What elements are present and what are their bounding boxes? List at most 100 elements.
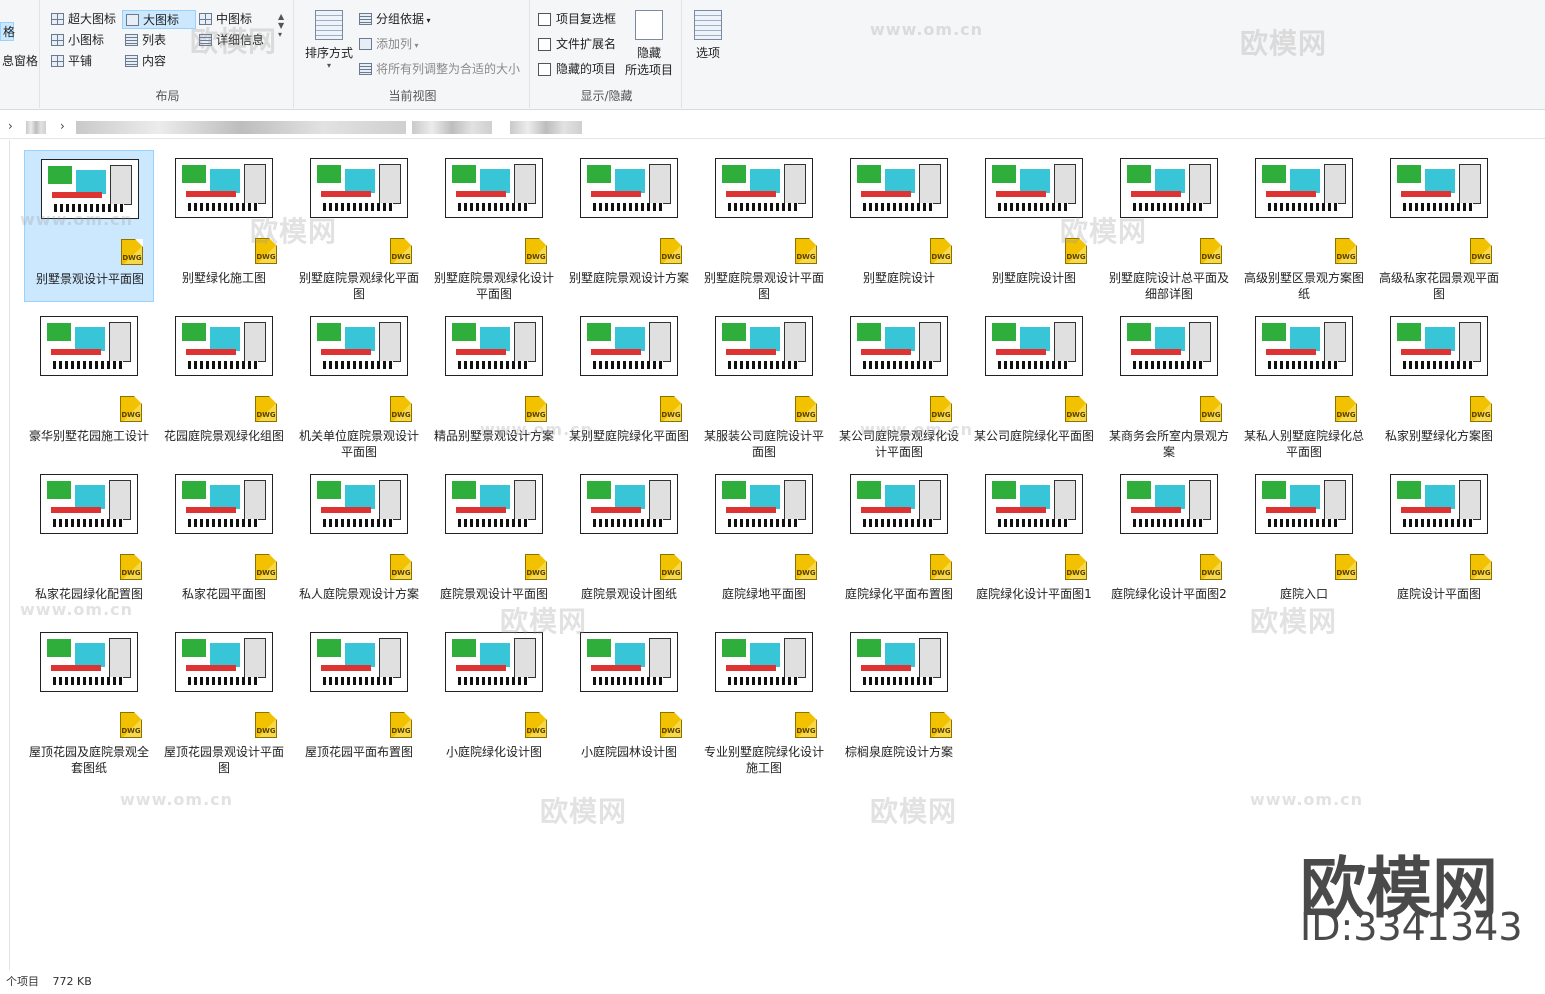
- dwg-file-icon: DWG: [1470, 396, 1492, 422]
- file-item[interactable]: DWG 别墅庭院设计: [834, 150, 964, 302]
- file-name: 庭院设计平面图: [1396, 587, 1481, 601]
- file-thumbnail: [715, 158, 813, 218]
- file-item[interactable]: DWG 高级别墅区景观方案图纸: [1239, 150, 1369, 302]
- file-item[interactable]: DWG 庭院入口: [1239, 466, 1369, 618]
- file-item[interactable]: DWG 豪华别墅花园施工设计: [24, 308, 154, 460]
- file-item[interactable]: DWG 别墅庭院景观绿化设计平面图: [429, 150, 559, 302]
- details-pane-button[interactable]: 息窗格: [0, 52, 38, 71]
- file-item[interactable]: DWG 屋顶花园景观设计平面图: [159, 624, 289, 776]
- dwg-file-icon: DWG: [660, 712, 682, 738]
- show-hide-group: 项目复选框 文件扩展名 隐藏的项目 隐藏 所选项目 显示/隐藏: [532, 0, 682, 108]
- dwg-file-icon: DWG: [1200, 554, 1222, 580]
- layout-scroll-icon[interactable]: ▲ ▼ ▾: [278, 12, 284, 39]
- view-small-icons[interactable]: 小图标: [48, 31, 118, 50]
- file-thumbnail: [40, 316, 138, 376]
- file-item[interactable]: DWG 小庭院绿化设计图: [429, 624, 559, 776]
- file-thumbnail: [580, 316, 678, 376]
- file-extensions-toggle[interactable]: 文件扩展名: [536, 35, 616, 54]
- view-list[interactable]: 列表: [122, 31, 192, 50]
- chevron-right-icon[interactable]: ›: [60, 119, 65, 133]
- address-bar[interactable]: › ›: [0, 115, 1545, 139]
- file-name: 私家花园平面图: [181, 587, 266, 601]
- dwg-file-icon: DWG: [120, 712, 142, 738]
- breadcrumb-redacted[interactable]: [26, 121, 46, 134]
- file-thumbnail: [850, 632, 948, 692]
- file-item[interactable]: DWG 庭院绿化设计平面图1: [969, 466, 1099, 618]
- file-item[interactable]: DWG 小庭院园林设计图: [564, 624, 694, 776]
- item-count: 个项目: [6, 975, 39, 988]
- view-large-icons[interactable]: 大图标: [122, 10, 196, 29]
- file-thumbnail: [580, 632, 678, 692]
- preview-pane-button[interactable]: 格: [0, 22, 15, 41]
- dwg-file-icon: DWG: [795, 238, 817, 264]
- file-item[interactable]: DWG 某私人别墅庭院绿化总平面图: [1239, 308, 1369, 460]
- view-details[interactable]: 详细信息: [196, 31, 280, 50]
- file-name: 别墅庭院设计总平面及细部详图: [1108, 271, 1229, 301]
- hide-selected-button[interactable]: 隐藏 所选项目: [622, 10, 676, 78]
- file-item[interactable]: DWG 屋顶花园平面布置图: [294, 624, 424, 776]
- file-item[interactable]: DWG 庭院设计平面图: [1374, 466, 1504, 618]
- file-item[interactable]: DWG 别墅庭院景观绿化平面图: [294, 150, 424, 302]
- item-checkboxes-toggle[interactable]: 项目复选框: [536, 10, 616, 29]
- file-item[interactable]: DWG 私家别墅绿化方案图: [1374, 308, 1504, 460]
- file-item[interactable]: DWG 庭院景观设计平面图: [429, 466, 559, 618]
- file-item[interactable]: DWG 别墅庭院设计总平面及细部详图: [1104, 150, 1234, 302]
- checkbox[interactable]: [538, 38, 551, 51]
- file-item[interactable]: DWG 庭院景观设计图纸: [564, 466, 694, 618]
- file-item[interactable]: DWG 别墅景观设计平面图: [24, 150, 154, 302]
- file-item[interactable]: DWG 花园庭院景观绿化组图: [159, 308, 289, 460]
- file-item[interactable]: DWG 某别墅庭院绿化平面图: [564, 308, 694, 460]
- navigation-pane[interactable]: [0, 140, 10, 970]
- file-name: 别墅庭院设计图: [991, 271, 1076, 285]
- file-name: 庭院入口: [1279, 587, 1328, 601]
- ribbon-left-edge: 格 息窗格: [0, 0, 40, 108]
- file-name: 小庭院绿化设计图: [445, 745, 542, 759]
- watermark-id: ID:3341343: [1300, 905, 1523, 949]
- view-extra-large-icons[interactable]: 超大图标: [48, 10, 118, 29]
- file-item[interactable]: DWG 某服装公司庭院设计平面图: [699, 308, 829, 460]
- options-icon: [694, 10, 722, 40]
- file-item[interactable]: DWG 某公司庭院景观绿化设计平面图: [834, 308, 964, 460]
- file-item[interactable]: DWG 庭院绿化设计平面图2: [1104, 466, 1234, 618]
- file-item[interactable]: DWG 私家花园绿化配置图: [24, 466, 154, 618]
- file-thumbnail: [1390, 158, 1488, 218]
- view-content[interactable]: 内容: [122, 52, 192, 71]
- file-item[interactable]: DWG 私家花园平面图: [159, 466, 289, 618]
- dwg-file-icon: DWG: [1065, 554, 1087, 580]
- file-item[interactable]: DWG 别墅绿化施工图: [159, 150, 289, 302]
- file-item[interactable]: DWG 棕榈泉庭院设计方案: [834, 624, 964, 776]
- view-medium-icons[interactable]: 中图标: [196, 10, 280, 29]
- file-item[interactable]: DWG 精品别墅景观设计方案: [429, 308, 559, 460]
- breadcrumb-redacted[interactable]: [76, 121, 406, 134]
- file-item[interactable]: DWG 屋顶花园及庭院景观全套图纸: [24, 624, 154, 776]
- file-name: 某别墅庭院绿化平面图: [568, 429, 689, 443]
- breadcrumb-redacted[interactable]: [412, 121, 492, 134]
- show-hide-group-label: 显示/隐藏: [580, 89, 633, 103]
- view-tiles[interactable]: 平铺: [48, 52, 118, 71]
- file-item[interactable]: DWG 专业别墅庭院绿化设计施工图: [699, 624, 829, 776]
- file-item[interactable]: DWG 私人庭院景观设计方案: [294, 466, 424, 618]
- sort-by-button[interactable]: 排序方式 ▾: [300, 10, 358, 70]
- dwg-file-icon: DWG: [1065, 238, 1087, 264]
- file-item[interactable]: DWG 机关单位庭院景观设计平面图: [294, 308, 424, 460]
- file-item[interactable]: DWG 高级私家花园景观平面图: [1374, 150, 1504, 302]
- file-thumbnail: [40, 474, 138, 534]
- options-button[interactable]: 选项: [688, 10, 728, 61]
- group-by-button[interactable]: 分组依据 ▾: [356, 10, 431, 29]
- checkbox[interactable]: [538, 63, 551, 76]
- file-item[interactable]: DWG 庭院绿地平面图: [699, 466, 829, 618]
- hidden-items-toggle[interactable]: 隐藏的项目: [536, 60, 616, 79]
- file-item[interactable]: DWG 别墅庭院设计图: [969, 150, 1099, 302]
- add-column-button[interactable]: 添加列 ▾: [356, 35, 419, 54]
- fit-columns-button[interactable]: 将所有列调整为合适的大小: [356, 60, 520, 79]
- file-item[interactable]: DWG 庭院绿化平面布置图: [834, 466, 964, 618]
- file-item[interactable]: DWG 别墅庭院景观设计平面图: [699, 150, 829, 302]
- checkbox[interactable]: [538, 13, 551, 26]
- file-name: 屋顶花园景观设计平面图: [163, 745, 284, 775]
- chevron-right-icon[interactable]: ›: [8, 119, 13, 133]
- file-item[interactable]: DWG 某商务会所室内景观方案: [1104, 308, 1234, 460]
- file-item[interactable]: DWG 某公司庭院绿化平面图: [969, 308, 1099, 460]
- breadcrumb-redacted[interactable]: [510, 121, 582, 134]
- file-name: 棕榈泉庭院设计方案: [844, 745, 953, 759]
- file-item[interactable]: DWG 别墅庭院景观设计方案: [564, 150, 694, 302]
